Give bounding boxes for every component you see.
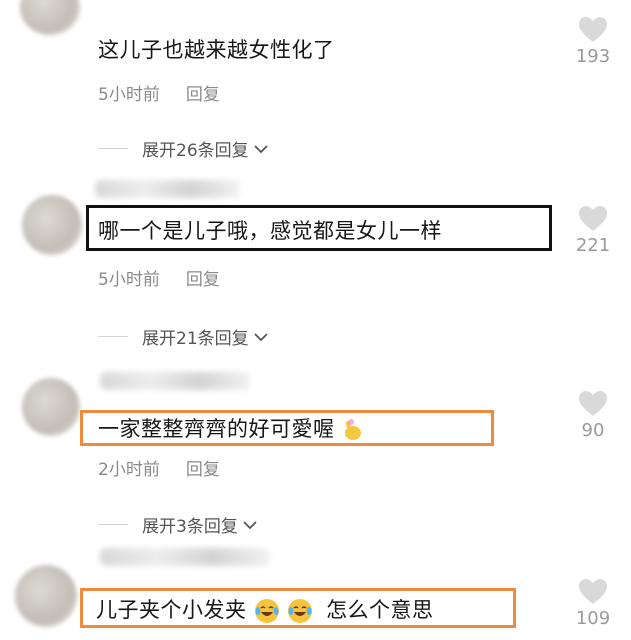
expand-label: 展开3条回复 <box>142 517 238 537</box>
comment-text-part-b: 怎么个意思 <box>326 598 434 622</box>
comment-text-part-a: 儿子夹个小发夹 <box>96 598 247 622</box>
expand-replies[interactable]: 展开21条回复 <box>98 324 269 349</box>
divider <box>98 336 128 337</box>
like-count: 193 <box>575 46 611 67</box>
chevron-down-icon <box>243 520 257 529</box>
heart-icon <box>579 17 607 42</box>
reply-button[interactable]: 回复 <box>186 85 220 105</box>
crying-laugh-emoji-icon <box>254 599 279 623</box>
like-count: 90 <box>581 420 605 441</box>
heart-icon <box>579 391 607 416</box>
avatar[interactable] <box>22 195 82 255</box>
heart-icon <box>579 206 607 231</box>
like-button[interactable]: 109 <box>563 578 623 629</box>
avatar[interactable] <box>15 565 77 627</box>
comment-time: 5小时前 <box>98 270 160 290</box>
finger-emoji-icon <box>344 419 361 440</box>
expand-replies[interactable]: 展开3条回复 <box>98 512 258 537</box>
expand-replies[interactable]: 展开26条回复 <box>98 136 269 161</box>
divider <box>98 148 128 149</box>
chevron-down-icon <box>254 332 268 341</box>
comment-3: 一家整整齊齊的好可愛喔 2小时前 回复 90 展开3条回复 <box>0 360 631 540</box>
comment-meta: 5小时前 回复 <box>98 265 220 290</box>
avatar[interactable] <box>22 378 80 436</box>
comment-1: 这儿子也越来越女性化了 5小时前 回复 193 展开26条回复 <box>0 0 631 175</box>
comment-2: 哪一个是儿子哦，感觉都是女儿一样 5小时前 回复 221 展开21条回复 <box>0 175 631 360</box>
expand-label: 展开21条回复 <box>142 329 249 349</box>
chevron-down-icon <box>254 144 268 153</box>
divider <box>98 524 128 525</box>
like-button[interactable]: 193 <box>563 16 623 67</box>
username[interactable] <box>95 180 240 198</box>
avatar[interactable] <box>20 0 80 35</box>
like-count: 109 <box>575 608 611 629</box>
comment-text-content: 一家整整齊齊的好可愛喔 <box>98 417 335 441</box>
comment-text: 哪一个是儿子哦，感觉都是女儿一样 <box>98 219 442 243</box>
comment-text: 儿子夹个小发夹 怎么个意思 <box>96 594 434 624</box>
comment-time: 5小时前 <box>98 85 160 105</box>
comment-time: 2小时前 <box>98 460 160 480</box>
reply-button[interactable]: 回复 <box>186 460 220 480</box>
reply-button[interactable]: 回复 <box>186 270 220 290</box>
comment-meta: 5小时前 回复 <box>98 80 220 105</box>
like-button[interactable]: 221 <box>563 205 623 256</box>
comment-meta: 2小时前 回复 <box>98 455 220 480</box>
username[interactable] <box>100 372 250 390</box>
comment-text: 一家整整齊齊的好可愛喔 <box>98 413 364 443</box>
comment-text: 这儿子也越来越女性化了 <box>98 38 335 62</box>
expand-label: 展开26条回复 <box>142 141 249 161</box>
heart-icon <box>579 579 607 604</box>
username[interactable] <box>100 548 270 566</box>
like-button[interactable]: 90 <box>563 390 623 441</box>
crying-laugh-emoji-icon <box>287 599 312 623</box>
like-count: 221 <box>575 235 611 256</box>
comment-4: 儿子夹个小发夹 怎么个意思 109 <box>0 540 631 640</box>
